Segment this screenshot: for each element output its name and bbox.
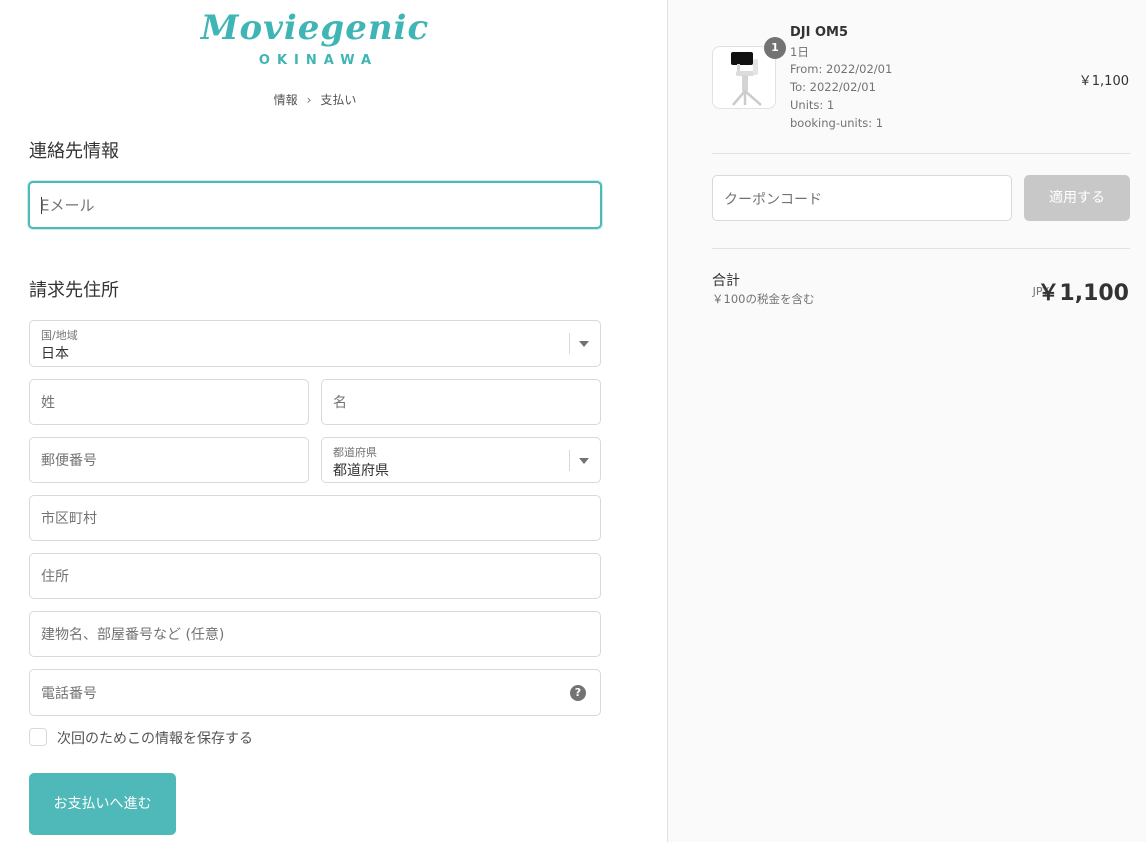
address-placeholder: 住所 <box>41 569 69 585</box>
total-price: ￥1,100 <box>1037 281 1129 306</box>
total-label: 合計 <box>712 273 740 289</box>
product-from-date: From: 2022/02/01 <box>790 62 893 76</box>
contact-section-title: 連絡先情報 <box>29 141 119 162</box>
tax-note: ￥100の税金を含む <box>712 292 815 306</box>
postal-code-input[interactable]: 郵便番号 <box>29 437 309 483</box>
checkout-form-pane: Moviegenic OKINAWA 情報 › 支払い 連絡先情報 Eメール 請求先… <box>0 0 667 842</box>
product-name: DJI OM5 <box>790 25 849 40</box>
prefecture-select[interactable]: 都道府県 都道府県 <box>321 437 601 483</box>
email-input[interactable]: Eメール <box>28 181 602 229</box>
question-circle-icon[interactable]: ? <box>570 685 586 701</box>
save-info-checkbox[interactable] <box>29 728 47 746</box>
country-label: 国/地域 <box>41 329 78 342</box>
chevron-down-icon <box>579 458 589 464</box>
chevron-down-icon <box>579 341 589 347</box>
building-input[interactable]: 建物名、部屋番号など (任意) <box>29 611 601 657</box>
divider <box>712 248 1130 249</box>
last-name-input[interactable]: 姓 <box>29 379 309 425</box>
last-name-placeholder: 姓 <box>41 395 55 411</box>
city-placeholder: 市区町村 <box>41 511 97 527</box>
order-summary-pane: 1 DJI OM5 1日 From: 2022/02/01 To: 2022/0… <box>667 0 1146 842</box>
building-placeholder: 建物名、部屋番号など (任意) <box>41 627 225 643</box>
brand-logo-subtitle: OKINAWA <box>258 53 379 68</box>
product-price: ￥1,100 <box>1078 74 1129 89</box>
country-value: 日本 <box>41 346 69 362</box>
divider <box>712 153 1130 154</box>
product-booking-units: booking-units: 1 <box>790 116 884 130</box>
coupon-placeholder: クーポンコード <box>724 192 822 208</box>
first-name-input[interactable]: 名 <box>321 379 601 425</box>
phone-placeholder: 電話番号 <box>41 685 97 702</box>
first-name-placeholder: 名 <box>333 395 347 411</box>
prefecture-label: 都道府県 <box>333 446 377 459</box>
postal-code-placeholder: 郵便番号 <box>41 453 97 469</box>
billing-section-title: 請求先住所 <box>29 280 119 301</box>
prefecture-value: 都道府県 <box>333 463 389 479</box>
select-divider <box>569 333 570 354</box>
phone-input[interactable]: 電話番号 ? <box>29 669 601 716</box>
product-to-date: To: 2022/02/01 <box>790 80 876 94</box>
apply-coupon-button[interactable]: 適用する <box>1024 175 1130 221</box>
email-placeholder: Eメール <box>40 196 95 215</box>
breadcrumb: 情報 › 支払い <box>0 91 630 108</box>
product-units: Units: 1 <box>790 98 835 112</box>
select-divider <box>569 450 570 471</box>
city-input[interactable]: 市区町村 <box>29 495 601 541</box>
quantity-badge: 1 <box>764 37 786 59</box>
address-input[interactable]: 住所 <box>29 553 601 599</box>
breadcrumb-payment: 支払い <box>320 93 357 107</box>
breadcrumb-info[interactable]: 情報 <box>274 93 298 107</box>
chevron-right-icon: › <box>306 93 312 107</box>
coupon-input[interactable]: クーポンコード <box>712 175 1012 221</box>
product-duration: 1日 <box>790 45 809 59</box>
save-info-label[interactable]: 次回のためこの情報を保存する <box>57 728 253 748</box>
country-select[interactable]: 国/地域 日本 <box>29 320 601 367</box>
brand-logo[interactable]: Moviegenic <box>0 8 630 48</box>
continue-to-payment-button[interactable]: お支払いへ進む <box>29 773 176 835</box>
